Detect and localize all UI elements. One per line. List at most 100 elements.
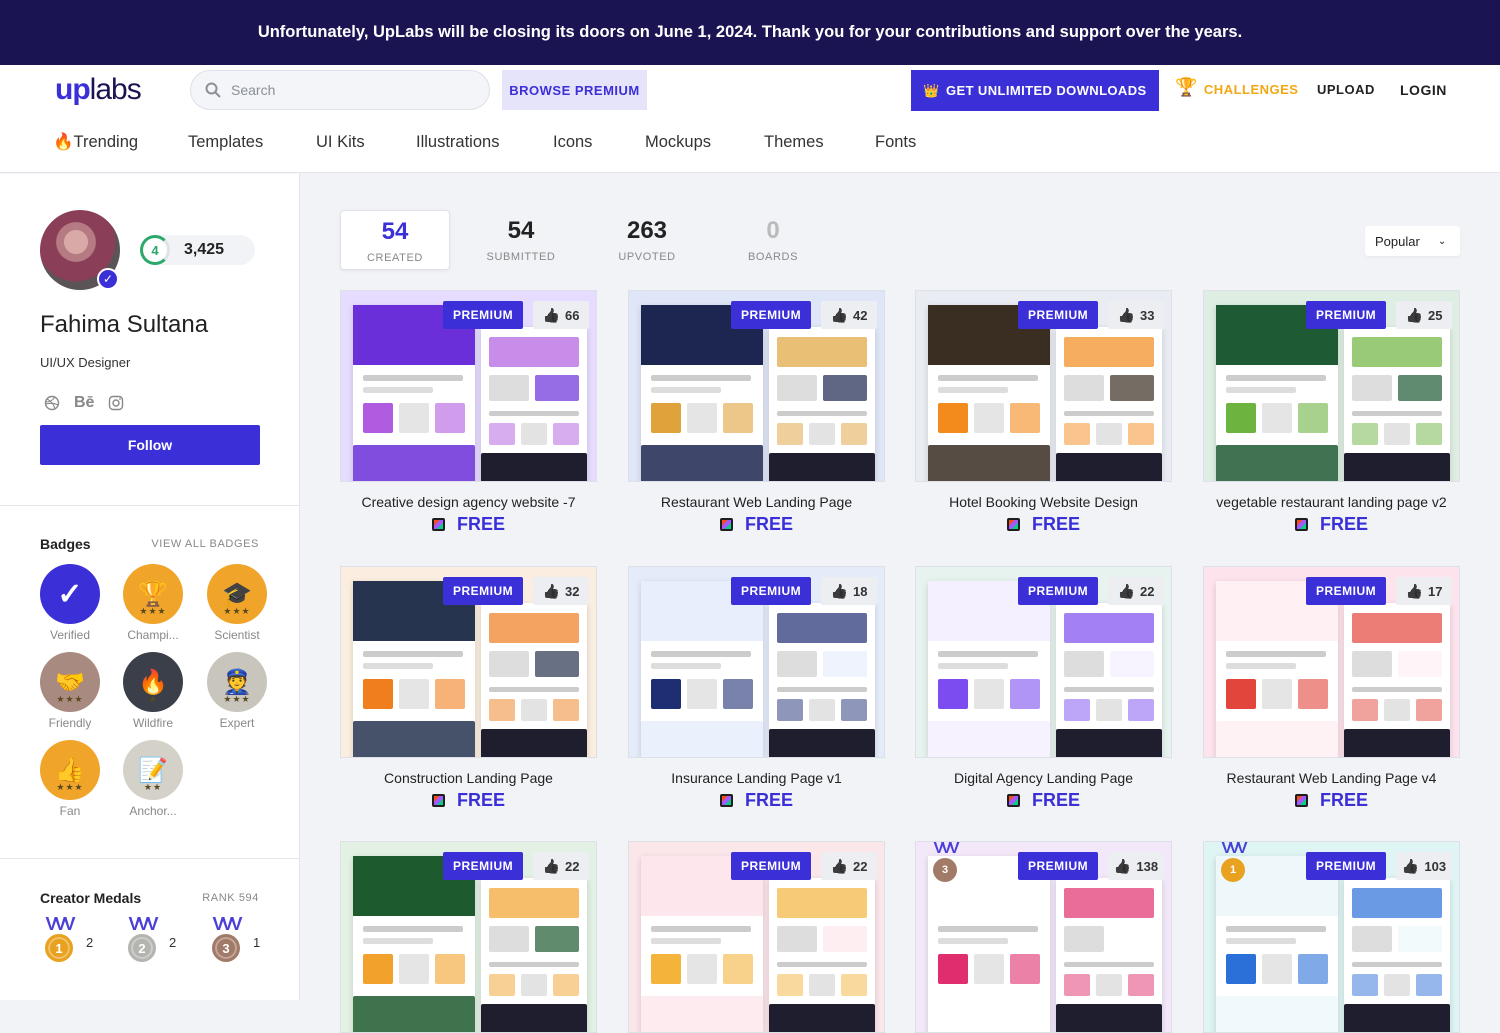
thumbs-up-icon: 👍: [1401, 857, 1420, 874]
badge-8[interactable]: 📝 ★★ Anchor...: [123, 740, 183, 818]
premium-badge: PREMIUM: [1018, 852, 1099, 880]
divider: [0, 505, 299, 506]
figma-icon: [431, 794, 445, 807]
shot-thumbnail[interactable]: PREMIUM 👍 22: [915, 566, 1172, 758]
preview-page-right: [481, 878, 587, 1032]
dribbble-icon[interactable]: [44, 395, 60, 411]
premium-badge: PREMIUM: [1306, 301, 1387, 329]
shot-card[interactable]: PREMIUM 👍 17 Restaurant Web Landing Page v4…: [1203, 566, 1460, 811]
nav-trending[interactable]: 🔥Trending: [53, 133, 138, 152]
shot-card[interactable]: PREMIUM 👍 32 Construction Landing Page FREE: [340, 566, 597, 811]
upload-link[interactable]: UPLOAD: [1317, 82, 1375, 97]
trophy-icon: 🏆: [1175, 77, 1198, 97]
nav-icons[interactable]: Icons: [553, 133, 592, 152]
behance-icon[interactable]: Bē: [74, 394, 94, 412]
challenges-link[interactable]: 🏆 CHALLENGES: [1175, 77, 1298, 98]
badge-icon: 👍 ★★★: [40, 740, 100, 800]
shot-title[interactable]: Restaurant Web Landing Page v4: [1203, 770, 1460, 786]
search-input[interactable]: [231, 82, 461, 98]
chevron-down-icon: ⌄: [1437, 235, 1447, 247]
follow-button[interactable]: Follow: [40, 425, 260, 465]
like-button[interactable]: 👍 33: [1108, 301, 1164, 329]
browse-premium-button[interactable]: BROWSE PREMIUM: [502, 70, 647, 110]
like-button[interactable]: 👍 32: [533, 577, 589, 605]
like-button[interactable]: 👍 18: [821, 577, 877, 605]
get-unlimited-downloads-button[interactable]: 👑 GET UNLIMITED DOWNLOADS: [911, 70, 1159, 111]
shot-price: FREE: [340, 790, 597, 811]
shot-thumbnail[interactable]: PREMIUM 👍 22: [628, 841, 885, 1033]
nav-templates[interactable]: Templates: [188, 133, 263, 152]
shot-title[interactable]: Creative design agency website -7: [340, 494, 597, 510]
shot-title[interactable]: vegetable restaurant landing page v2: [1203, 494, 1460, 510]
shot-thumbnail[interactable]: PREMIUM 👍 42: [628, 290, 885, 482]
creator-score: 4 3,425: [140, 235, 255, 265]
badge-1[interactable]: ✓ Verified: [40, 564, 100, 642]
shot-card[interactable]: PREMIUM 👍 22: [340, 841, 597, 1033]
shot-thumbnail[interactable]: PREMIUM 👍 33: [915, 290, 1172, 482]
nav-mockups[interactable]: Mockups: [645, 133, 711, 152]
banner-text: Unfortunately, UpLabs will be closing it…: [257, 23, 1243, 41]
shot-card[interactable]: VVV 1 PREMIUM 👍 103: [1203, 841, 1460, 1033]
shot-card[interactable]: PREMIUM 👍 33 Hotel Booking Website Design FR…: [915, 290, 1172, 535]
shot-card[interactable]: VVV 3 PREMIUM 👍 138: [915, 841, 1172, 1033]
badge-5[interactable]: 🔥 ★ Wildfire: [123, 652, 183, 730]
preview-page-left: [641, 856, 763, 1032]
tab-boards[interactable]: 0 BOARDS: [718, 210, 828, 270]
shot-thumbnail[interactable]: PREMIUM 👍 18: [628, 566, 885, 758]
shot-thumbnail[interactable]: VVV 1 PREMIUM 👍 103: [1203, 841, 1460, 1033]
like-button[interactable]: 👍 17: [1396, 577, 1452, 605]
shot-card[interactable]: PREMIUM 👍 25 vegetable restaurant landing p…: [1203, 290, 1460, 535]
nav-themes[interactable]: Themes: [764, 133, 824, 152]
shot-thumbnail[interactable]: PREMIUM 👍 17: [1203, 566, 1460, 758]
search-box[interactable]: [190, 70, 490, 110]
nav-fonts[interactable]: Fonts: [875, 133, 916, 152]
badge-3[interactable]: 🎓 ★★★ Scientist: [207, 564, 267, 642]
shot-title[interactable]: Construction Landing Page: [340, 770, 597, 786]
shot-thumbnail[interactable]: PREMIUM 👍 66: [340, 290, 597, 482]
tab-created[interactable]: 54 CREATED: [340, 210, 450, 270]
figma-icon: [1006, 518, 1020, 531]
shot-title[interactable]: Hotel Booking Website Design: [915, 494, 1172, 510]
shot-card[interactable]: PREMIUM 👍 18 Insurance Landing Page v1 FREE: [628, 566, 885, 811]
shot-card[interactable]: PREMIUM 👍 42 Restaurant Web Landing Page FRE…: [628, 290, 885, 535]
uplabs-logo[interactable]: uplabs: [55, 73, 142, 107]
tab-upvoted[interactable]: 263 UPVOTED: [592, 210, 702, 270]
shot-title[interactable]: Digital Agency Landing Page: [915, 770, 1172, 786]
thumbs-up-icon: 👍: [1405, 582, 1423, 599]
like-button[interactable]: 👍 66: [533, 301, 589, 329]
view-all-badges-link[interactable]: VIEW ALL BADGES: [151, 538, 259, 550]
thumbs-up-icon: 👍: [1113, 857, 1132, 874]
shot-card[interactable]: PREMIUM 👍 22 Digital Agency Landing Page FRE…: [915, 566, 1172, 811]
shot-price: FREE: [915, 790, 1172, 811]
badge-4[interactable]: 🤝 ★★★ Friendly: [40, 652, 100, 730]
shot-card[interactable]: PREMIUM 👍 22: [628, 841, 885, 1033]
preview-page-right: [769, 878, 875, 1032]
sort-value: Popular: [1375, 233, 1420, 249]
shot-thumbnail[interactable]: VVV 3 PREMIUM 👍 138: [915, 841, 1172, 1033]
shot-thumbnail[interactable]: PREMIUM 👍 32: [340, 566, 597, 758]
like-button[interactable]: 👍 103: [1396, 852, 1452, 880]
nav-illustrations[interactable]: Illustrations: [416, 133, 499, 152]
shot-card[interactable]: PREMIUM 👍 66 Creative design agency website…: [340, 290, 597, 535]
instagram-icon[interactable]: [108, 395, 124, 411]
preview-page-left: [1216, 305, 1338, 481]
shot-title[interactable]: Insurance Landing Page v1: [628, 770, 885, 786]
tab-submitted[interactable]: 54 SUBMITTED: [466, 210, 576, 270]
like-button[interactable]: 👍 138: [1108, 852, 1164, 880]
like-button[interactable]: 👍 22: [533, 852, 589, 880]
like-button[interactable]: 👍 25: [1396, 301, 1452, 329]
like-button[interactable]: 👍 42: [821, 301, 877, 329]
shot-title[interactable]: Restaurant Web Landing Page: [628, 494, 885, 510]
badge-6[interactable]: 👮 ★★★ Expert: [207, 652, 267, 730]
shot-thumbnail[interactable]: PREMIUM 👍 22: [340, 841, 597, 1033]
figma-icon: [431, 518, 445, 531]
badge-7[interactable]: 👍 ★★★ Fan: [40, 740, 100, 818]
like-button[interactable]: 👍 22: [821, 852, 877, 880]
shot-thumbnail[interactable]: PREMIUM 👍 25: [1203, 290, 1460, 482]
nav-ui-kits[interactable]: UI Kits: [316, 133, 365, 152]
like-button[interactable]: 👍 22: [1108, 577, 1164, 605]
shot-price: FREE: [628, 514, 885, 535]
sort-dropdown[interactable]: Popular ⌄: [1365, 226, 1460, 256]
login-link[interactable]: LOGIN: [1400, 82, 1447, 98]
badge-2[interactable]: 🏆 ★★★ Champi...: [123, 564, 183, 642]
